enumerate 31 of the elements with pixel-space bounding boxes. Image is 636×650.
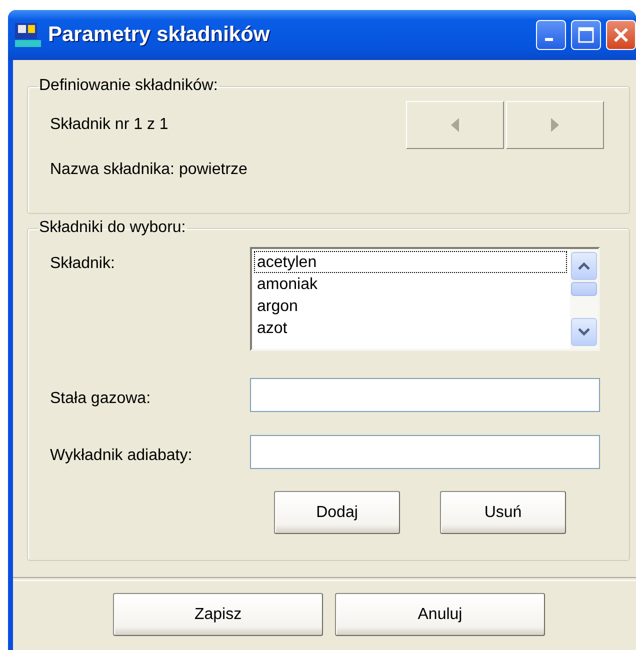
minimize-icon [545,38,553,40]
scroll-thumb[interactable] [571,282,597,296]
maximize-icon [578,27,594,43]
field-label: Stała gazowa: [50,390,152,409]
close-icon [613,27,629,43]
scroll-up-button[interactable] [571,252,597,280]
list-item[interactable]: acetylen [254,251,567,273]
counter-label: Składnik nr 1 z 1 [50,116,168,134]
list-item[interactable]: argon [254,295,567,317]
chevron-down-icon [578,328,590,336]
field-label: Wykładnik adiabaty: [50,447,194,466]
save-button[interactable]: Zapisz [113,593,323,636]
input-field[interactable] [250,435,600,469]
component-name-label: Nazwa składnika: powietrze [50,161,248,179]
list-box[interactable]: acetylen amoniak argon azot [250,247,600,351]
group-title: Składniki do wyboru: [38,219,187,237]
close-button[interactable] [606,20,636,50]
maximize-button[interactable] [571,20,601,50]
scroll-down-button[interactable] [571,318,597,346]
list-item[interactable]: amoniak [254,273,567,295]
component-label: Składnik: [50,255,116,273]
list-item[interactable]: azot [254,317,567,339]
add-button[interactable]: Dodaj [274,491,400,534]
group-title: Definiowanie składników: [38,77,219,95]
cancel-button[interactable]: Anuluj [335,593,545,636]
minimize-button[interactable] [536,20,566,50]
input-field[interactable] [250,378,600,412]
window-title: Parametry składników [48,23,271,47]
remove-button[interactable]: Usuń [440,491,566,534]
app-icon [14,22,42,48]
chevron-up-icon [578,262,590,270]
